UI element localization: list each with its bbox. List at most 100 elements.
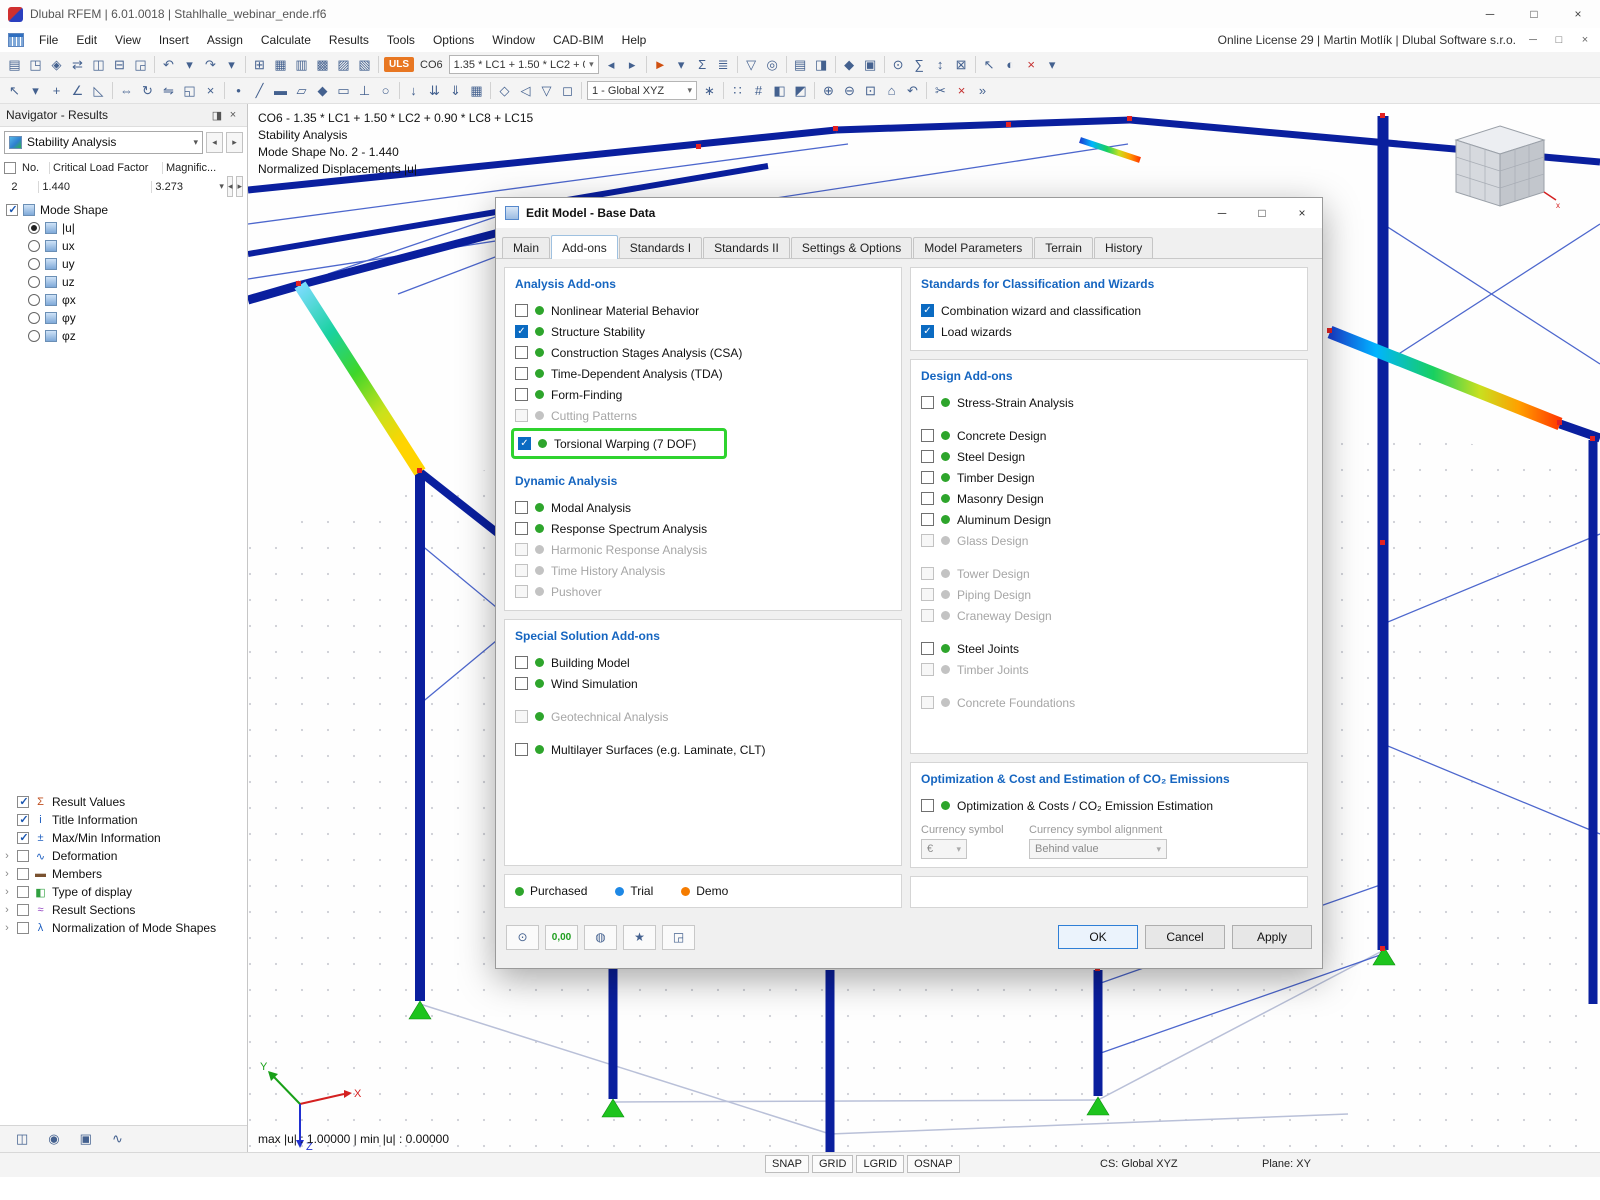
next-item-button[interactable]: ▸ xyxy=(226,132,243,153)
visibility-eye-icon[interactable]: ◉ xyxy=(48,1131,59,1147)
surface-load-icon[interactable]: ⇓ xyxy=(445,80,466,101)
tab-main[interactable]: Main xyxy=(502,237,550,258)
addon-masonry-design[interactable]: Masonry Design xyxy=(921,488,1297,509)
steel-design-checkbox[interactable] xyxy=(921,450,934,463)
multilayer-surfaces-e-g-laminate-clt-checkbox[interactable] xyxy=(515,743,528,756)
panel-layers-icon[interactable]: ◫ xyxy=(16,1131,28,1147)
toggle-osnap[interactable]: OSNAP xyxy=(907,1155,960,1173)
tree-item-mode-shape[interactable]: Mode Shape xyxy=(6,201,245,219)
concrete-design-checkbox[interactable] xyxy=(921,429,934,442)
addon-aluminum-design[interactable]: Aluminum Design xyxy=(921,509,1297,530)
tree-item-y[interactable]: φy xyxy=(6,309,245,327)
printout-report-icon[interactable]: ▤ xyxy=(790,54,811,75)
zoom-in-icon[interactable]: ⊕ xyxy=(818,80,839,101)
result-sections-checkbox[interactable] xyxy=(17,904,29,916)
addon-cutting-patterns[interactable]: Cutting Patterns xyxy=(515,405,891,426)
mode-shape-checkbox[interactable] xyxy=(6,204,18,216)
addon-building-model[interactable]: Building Model xyxy=(515,652,891,673)
table-nodes-icon[interactable]: ⊞ xyxy=(249,54,270,75)
menu-item-tools[interactable]: Tools xyxy=(378,28,424,52)
menu-item-cad-bim[interactable]: CAD-BIM xyxy=(544,28,613,52)
addon-nonlinear-material-behavior[interactable]: Nonlinear Material Behavior xyxy=(515,300,891,321)
sum-icon[interactable]: ∑ xyxy=(909,54,930,75)
dialog-minimize-button[interactable]: ─ xyxy=(1202,198,1242,228)
cancel-button[interactable]: Cancel xyxy=(1145,925,1225,949)
doc-close-button[interactable]: × xyxy=(1576,34,1594,46)
open-model-icon[interactable]: ◳ xyxy=(25,54,46,75)
addon-craneway-design[interactable]: Craneway Design xyxy=(921,605,1297,626)
redo-icon[interactable]: ↷ xyxy=(200,54,221,75)
time-dependent-analysis-tda-checkbox[interactable] xyxy=(515,367,528,380)
doc-restore-button[interactable]: □ xyxy=(1550,34,1568,46)
menu-item-file[interactable]: File xyxy=(30,28,67,52)
undo-dropdown-icon[interactable]: ▾ xyxy=(179,54,200,75)
tree-item-x[interactable]: φx xyxy=(6,291,245,309)
view-z-icon[interactable]: ◻ xyxy=(557,80,578,101)
addon-structure-stability[interactable]: Structure Stability xyxy=(515,321,891,342)
addon-construction-stages-analysis-csa[interactable]: Construction Stages Analysis (CSA) xyxy=(515,342,891,363)
members-checkbox[interactable] xyxy=(17,868,29,880)
coordinate-system-select[interactable]: 1 - Global XYZ▾ xyxy=(587,81,697,100)
addon-steel-design[interactable]: Steel Design xyxy=(921,446,1297,467)
type-of-display-checkbox[interactable] xyxy=(17,886,29,898)
addon-concrete-foundations[interactable]: Concrete Foundations xyxy=(921,692,1297,713)
uy-radio[interactable] xyxy=(28,258,40,270)
addon-optimization-costs-co-emission-estimation[interactable]: Optimization & Costs / CO₂ Emission Esti… xyxy=(921,795,1297,816)
tab-terrain[interactable]: Terrain xyxy=(1034,237,1093,258)
aluminum-design-checkbox[interactable] xyxy=(921,513,934,526)
wind-simulation-checkbox[interactable] xyxy=(515,677,528,690)
print-icon[interactable]: ⊟ xyxy=(109,54,130,75)
new-opening-icon[interactable]: ▭ xyxy=(333,80,354,101)
addon-modal-analysis[interactable]: Modal Analysis xyxy=(515,497,891,518)
addon-wind-simulation[interactable]: Wind Simulation xyxy=(515,673,891,694)
copy-settings-icon[interactable]: ◲ xyxy=(662,925,695,950)
result-diagram-icon[interactable]: ∿ xyxy=(112,1131,123,1147)
expand-chevron-icon[interactable]: › xyxy=(2,922,12,934)
expand-chevron-icon[interactable]: › xyxy=(2,850,12,862)
select-pointer-icon[interactable]: ↖ xyxy=(4,80,25,101)
addon-multilayer-surfaces-e-g-laminate-clt[interactable]: Multilayer Surfaces (e.g. Laminate, CLT) xyxy=(515,739,891,760)
tab-model-parameters[interactable]: Model Parameters xyxy=(913,237,1033,258)
new-line-icon[interactable]: ╱ xyxy=(249,80,270,101)
tree-item-ux[interactable]: ux xyxy=(6,237,245,255)
x-radio[interactable] xyxy=(28,294,40,306)
form-finding-checkbox[interactable] xyxy=(515,388,528,401)
dimension-icon[interactable]: ◺ xyxy=(88,80,109,101)
u-radio[interactable] xyxy=(28,222,40,234)
pushover-checkbox[interactable] xyxy=(515,585,528,598)
option-result-sections[interactable]: ›≈Result Sections xyxy=(2,901,245,919)
menu-item-window[interactable]: Window xyxy=(483,28,544,52)
addon-timber-design[interactable]: Timber Design xyxy=(921,467,1297,488)
tower-design-checkbox[interactable] xyxy=(921,567,934,580)
load-wizards-checkbox[interactable] xyxy=(921,325,934,338)
pan-icon[interactable]: + xyxy=(46,80,67,101)
zoom-all-icon[interactable]: ⌂ xyxy=(881,80,902,101)
addon-time-history-analysis[interactable]: Time History Analysis xyxy=(515,560,891,581)
tab-history[interactable]: History xyxy=(1094,237,1153,258)
torsional-warping-7-dof-checkbox[interactable] xyxy=(518,437,531,450)
deformation-checkbox[interactable] xyxy=(17,850,29,862)
table-export-icon[interactable]: ▧ xyxy=(354,54,375,75)
table-results-icon[interactable]: ▩ xyxy=(312,54,333,75)
option-result-values[interactable]: ΣResult Values xyxy=(2,793,245,811)
ok-button[interactable]: OK xyxy=(1058,925,1138,949)
navigator-close-icon[interactable]: × xyxy=(225,109,241,121)
addon-timber-joints[interactable]: Timber Joints xyxy=(921,659,1297,680)
tree-item-uz[interactable]: uz xyxy=(6,273,245,291)
option-deformation[interactable]: ›∿Deformation xyxy=(2,847,245,865)
max-min-information-checkbox[interactable] xyxy=(17,832,29,844)
previous-loading-icon[interactable]: ◂ xyxy=(601,54,622,75)
tab-standards-i[interactable]: Standards I xyxy=(619,237,702,258)
expand-chevron-icon[interactable]: › xyxy=(2,904,12,916)
mirror-icon[interactable]: ⇋ xyxy=(158,80,179,101)
panel-dropdown-icon[interactable]: ▾ xyxy=(1042,54,1063,75)
option-title-information[interactable]: iTitle Information xyxy=(2,811,245,829)
isometric-view-icon[interactable]: ◇ xyxy=(494,80,515,101)
timber-joints-checkbox[interactable] xyxy=(921,663,934,676)
menu-item-view[interactable]: View xyxy=(106,28,150,52)
snap-icon[interactable]: # xyxy=(748,80,769,101)
addon-concrete-design[interactable]: Concrete Design xyxy=(921,425,1297,446)
tree-item-uy[interactable]: uy xyxy=(6,255,245,273)
normalization-of-mode-shapes-checkbox[interactable] xyxy=(17,922,29,934)
copy-icon[interactable]: ◲ xyxy=(130,54,151,75)
